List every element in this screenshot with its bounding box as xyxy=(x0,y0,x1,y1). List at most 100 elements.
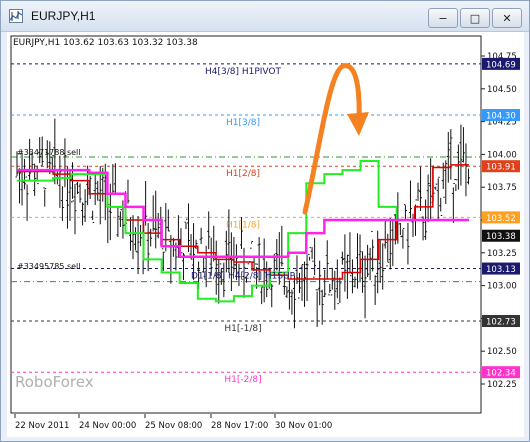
price-bar xyxy=(113,163,117,195)
price-bar xyxy=(63,138,67,188)
price-bar xyxy=(300,264,304,301)
price-tick-label: 102.50 xyxy=(487,347,517,357)
price-bar xyxy=(70,162,74,203)
order-label: #33471788 sell xyxy=(17,148,81,157)
price-bar xyxy=(403,204,407,221)
level-price-badge: 103.13 xyxy=(486,265,516,275)
price-bar xyxy=(28,138,32,181)
minimize-button[interactable]: − xyxy=(428,8,458,28)
chart-header: EURJPY,H1 103.62 103.63 103.32 103.38 xyxy=(13,38,198,48)
price-bar xyxy=(449,129,453,180)
level-label: H4[3/8] H1PIVOT xyxy=(205,67,282,77)
time-tick-label: 30 Nov 01:00 xyxy=(275,421,332,431)
price-bar xyxy=(401,227,405,249)
price-bar xyxy=(356,233,359,289)
level-price-badge: 103.91 xyxy=(486,163,516,173)
price-bar xyxy=(151,195,155,232)
price-bar xyxy=(398,223,402,238)
price-bar xyxy=(419,166,423,212)
price-bar xyxy=(328,284,332,296)
time-tick-label: 28 Nov 17:00 xyxy=(211,421,268,431)
level-price-badge: 104.30 xyxy=(486,112,516,122)
price-bar xyxy=(60,186,64,221)
price-bar xyxy=(358,234,362,283)
price-tick-label: 103.25 xyxy=(487,249,517,259)
level-label: D1[1/8] H4[2/8] H1SUP xyxy=(191,272,296,282)
price-bar xyxy=(156,213,160,239)
price-tick-label: 103.75 xyxy=(487,183,517,193)
price-bar xyxy=(464,143,468,197)
price-bar xyxy=(456,144,460,190)
close-button[interactable]: ✕ xyxy=(492,8,522,28)
price-bar xyxy=(426,174,430,223)
time-axis: 22 Nov 2011 24 Nov 00:00 25 Nov 08:00 28 No… xyxy=(14,414,332,431)
price-bar xyxy=(18,168,22,204)
time-tick-label: 24 Nov 00:00 xyxy=(79,421,136,431)
price-bar xyxy=(343,234,347,292)
price-chart[interactable]: H4[3/8] H1PIVOT H1[3/8] H1[2/8] H1[1/8] D1[1… xyxy=(7,32,524,437)
price-bar xyxy=(350,259,354,294)
price-bar xyxy=(290,289,294,315)
chart-window: EURJPY,H1 − □ ✕ H4[3/8] H1PIVOT H1[3/8] H1… xyxy=(0,0,530,442)
window-title: EURJPY,H1 xyxy=(31,9,96,23)
level-label: H1[-1/8] xyxy=(224,324,261,334)
level-price-badge: 103.52 xyxy=(486,214,516,224)
price-bar xyxy=(146,222,150,272)
price-bar xyxy=(408,180,412,219)
price-bar xyxy=(214,240,218,295)
price-tick-label: 103.00 xyxy=(487,282,517,292)
price-tick-label: 102.25 xyxy=(487,380,517,390)
price-bar xyxy=(383,219,387,249)
price-bar xyxy=(459,124,463,186)
level-label: H1[-2/8] xyxy=(224,375,261,385)
current-price-badge: 103.38 xyxy=(486,232,516,242)
price-bar xyxy=(366,244,370,278)
price-bar xyxy=(81,202,85,226)
price-bar xyxy=(381,243,385,290)
price-bar xyxy=(318,260,322,306)
level-price-badge: 102.34 xyxy=(486,369,516,379)
price-bar xyxy=(270,283,274,308)
price-bar xyxy=(454,179,458,192)
price-bar xyxy=(20,152,24,206)
price-bar xyxy=(313,237,317,278)
title-bar[interactable]: EURJPY,H1 − □ ✕ xyxy=(1,1,529,32)
maximize-icon: □ xyxy=(469,11,481,25)
forecast-arrow xyxy=(302,63,369,215)
minimize-icon: − xyxy=(438,11,448,25)
price-bar xyxy=(275,239,279,271)
forecast-arrow-head xyxy=(347,112,369,136)
forecast-arrow-shaft xyxy=(302,63,362,215)
price-bar xyxy=(73,184,77,235)
price-bar xyxy=(58,155,62,208)
price-bar xyxy=(280,225,284,267)
price-bar xyxy=(106,203,110,244)
price-bar xyxy=(65,166,69,229)
price-bar xyxy=(250,240,254,249)
price-axis: 104.75104.50104.25104.00103.75103.50103.… xyxy=(481,52,520,390)
price-bar xyxy=(466,168,470,185)
price-bar xyxy=(386,233,390,267)
price-bar xyxy=(363,255,367,319)
maximize-button[interactable]: □ xyxy=(460,8,490,28)
price-bar xyxy=(406,222,410,265)
price-bar xyxy=(429,158,433,221)
time-tick-label: 25 Nov 08:00 xyxy=(145,421,202,431)
price-bar xyxy=(320,289,324,325)
price-bar xyxy=(434,183,438,190)
price-bar xyxy=(139,224,143,247)
price-bar xyxy=(149,228,153,247)
price-bar xyxy=(348,232,352,277)
price-bar xyxy=(76,181,80,195)
price-bar xyxy=(199,227,203,245)
price-bar xyxy=(224,230,228,273)
price-tick-label: 104.00 xyxy=(487,150,517,160)
level-price-badge: 104.69 xyxy=(486,60,516,70)
price-bar xyxy=(227,209,231,273)
price-bar xyxy=(93,175,97,206)
price-bar xyxy=(285,286,289,298)
level-price-badge: 102.73 xyxy=(486,318,516,328)
price-bar xyxy=(111,164,115,194)
price-bar xyxy=(371,230,375,272)
chart-canvas[interactable]: H4[3/8] H1PIVOT H1[3/8] H1[2/8] H1[1/8] D1[1… xyxy=(7,32,524,437)
